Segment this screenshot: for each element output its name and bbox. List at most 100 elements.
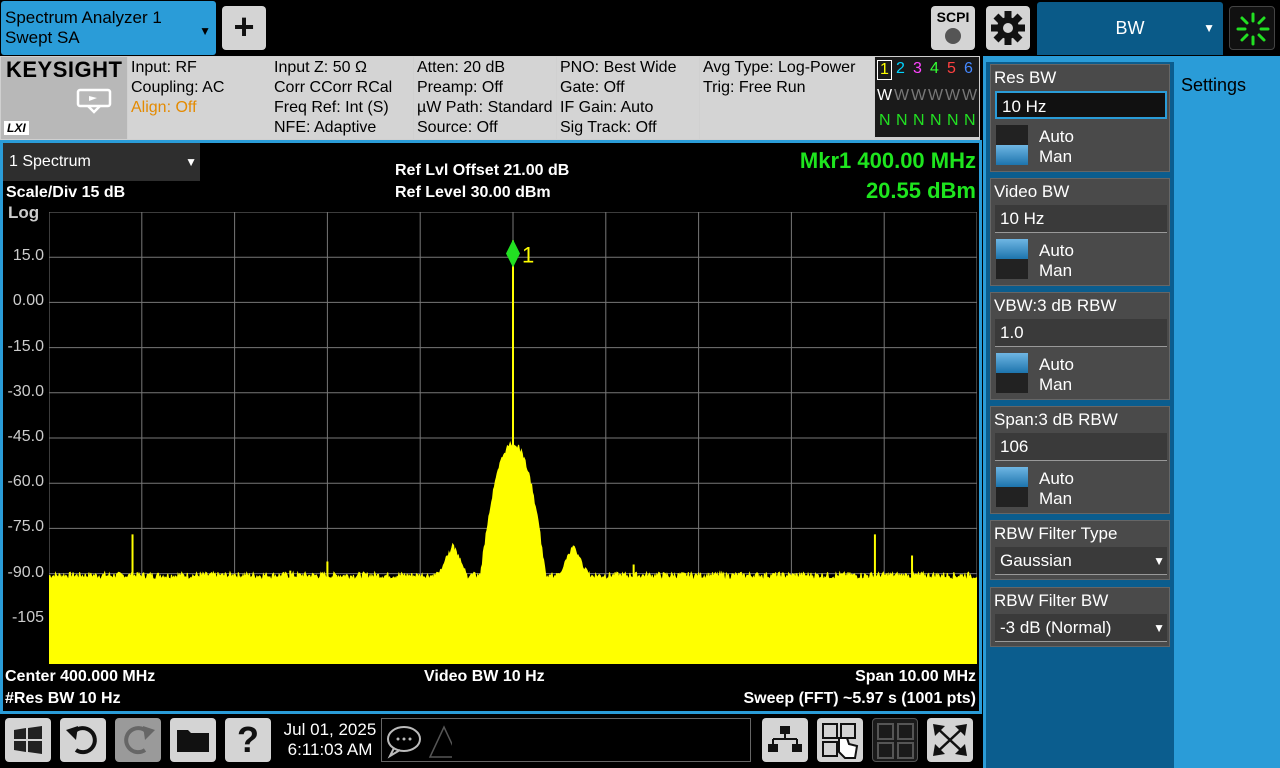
info-gate: Gate: Off (560, 79, 625, 96)
trace-number-3: 3 (913, 60, 922, 77)
menu-tab-bw[interactable]: BW ▼ (1037, 2, 1223, 55)
multi-window-button[interactable] (872, 718, 918, 762)
trace-number-4: 4 (930, 60, 939, 77)
windows-icon (14, 726, 42, 754)
span-rbw-ratio-control[interactable]: Span:3 dB RBW 106 Auto Man (990, 406, 1170, 514)
scpi-label: SCPI (936, 9, 970, 25)
touch-button[interactable] (817, 718, 863, 762)
res-bw-auto-man-toggle[interactable] (996, 125, 1028, 165)
app-selector[interactable]: Spectrum Analyzer 1 Swept SA ▼ (1, 1, 216, 55)
undo-button[interactable] (60, 718, 106, 762)
info-pno: PNO: Best Wide (560, 59, 677, 76)
trace-detector-1: N (879, 112, 891, 129)
vbw-rbw-input[interactable]: 1.0 (995, 319, 1167, 347)
layout-button[interactable] (762, 718, 808, 762)
res-bw-title: Res BW (994, 68, 1057, 87)
vbw-rbw-man-label: Man (1039, 375, 1073, 394)
sweep-time: Sweep (FFT) ~5.97 s (1001 pts) (743, 690, 976, 707)
spinner-icon (1236, 12, 1270, 46)
res-bw-input[interactable]: 10 Hz (995, 91, 1167, 119)
trace-type-4: W (928, 87, 944, 104)
file-button[interactable] (170, 718, 216, 762)
scpi-button[interactable]: SCPI (931, 6, 975, 50)
info-trig: Trig: Free Run (703, 79, 806, 96)
keysight-logo: KEYSIGHT (6, 57, 123, 82)
redo-button[interactable] (115, 718, 161, 762)
span: Span 10.00 MHz (855, 668, 976, 685)
rbw-filter-bw-control[interactable]: RBW Filter BW -3 dB (Normal) ▼ (990, 587, 1170, 647)
rbw-filter-bw-title: RBW Filter BW (994, 591, 1109, 610)
y-tick-label: -15.0 (7, 337, 44, 355)
res-bw-auto-label: Auto (1039, 127, 1074, 146)
settings-button[interactable] (986, 6, 1030, 50)
caret-down-icon: ▼ (185, 155, 197, 169)
y-tick-label: -90.0 (7, 563, 44, 581)
trace-detector-6: N (964, 112, 976, 129)
rbw-filter-type-dropdown[interactable]: Gaussian (995, 547, 1167, 575)
rbw-filter-type-control[interactable]: RBW Filter Type Gaussian ▼ (990, 520, 1170, 580)
y-tick-label: -30.0 (7, 382, 44, 400)
trace-type-2: W (894, 87, 910, 104)
video-bw-input[interactable]: 10 Hz (995, 205, 1167, 233)
y-tick-label: 15.0 (12, 247, 44, 265)
info-atten-group[interactable]: Atten: 20 dB Preamp: Off µW Path: Standa… (414, 57, 556, 139)
vbw-rbw-title: VBW:3 dB RBW (994, 296, 1117, 315)
trace-number-1: 1 (877, 60, 892, 80)
windows-start-button[interactable] (5, 718, 51, 762)
video-bw-control[interactable]: Video BW 10 Hz Auto Man (990, 178, 1170, 286)
info-avg-group[interactable]: Avg Type: Log-Power Trig: Free Run (700, 57, 874, 139)
info-impedance-group[interactable]: Input Z: 50 Ω Corr CCorr RCal Freq Ref: … (271, 57, 413, 139)
y-tick-label: -105 (11, 608, 44, 626)
vbw-rbw-auto-man-toggle[interactable] (996, 353, 1028, 393)
center-frequency: Center 400.000 MHz (5, 668, 156, 685)
vbw-rbw-ratio-control[interactable]: VBW:3 dB RBW 1.0 Auto Man (990, 292, 1170, 400)
info-preamp: Preamp: Off (417, 79, 503, 96)
info-input-z: Input Z: 50 Ω (274, 59, 367, 76)
redo-icon (124, 726, 155, 755)
info-freq-ref: Freq Ref: Int (S) (274, 99, 389, 116)
question-icon: ? (237, 719, 259, 760)
res-bw-control[interactable]: Res BW 10 Hz Auto Man (990, 64, 1170, 172)
ref-level: Ref Level 30.00 dBm (395, 184, 551, 201)
trace-detector-2: N (896, 112, 908, 129)
marker-1-label: 1 (522, 242, 534, 267)
info-input: Input: RF (131, 59, 197, 76)
video-bw-auto-man-toggle[interactable] (996, 239, 1028, 279)
gear-icon (991, 11, 1025, 45)
y-tick-label: -75.0 (7, 518, 44, 536)
rbw-filter-bw-dropdown[interactable]: -3 dB (Normal) (995, 614, 1167, 642)
busy-status-button[interactable] (1229, 6, 1275, 50)
trace-indicator[interactable]: 1WN2WN3WN4WN5WN6WN (875, 57, 979, 137)
vbw-rbw-auto-label: Auto (1039, 355, 1074, 374)
video-bw-man-label: Man (1039, 261, 1073, 280)
maximize-button[interactable] (927, 718, 973, 762)
info-nfe: NFE: Adaptive (274, 119, 377, 136)
trace-type-1: W (877, 87, 893, 104)
trace-type-6: W (962, 87, 978, 104)
y-tick-label: 0.00 (12, 292, 44, 310)
rbw-filter-type-title: RBW Filter Type (994, 524, 1118, 543)
span-rbw-input[interactable]: 106 (995, 433, 1167, 461)
info-input-group[interactable]: Input: RF Coupling: AC Align: Off (128, 57, 271, 139)
info-pno-group[interactable]: PNO: Best Wide Gate: Off IF Gain: Auto S… (557, 57, 699, 139)
window-select-dropdown[interactable]: 1 Spectrum ▼ (3, 143, 200, 181)
caret-down-icon: ▼ (1153, 554, 1165, 568)
span-rbw-title: Span:3 dB RBW (994, 410, 1118, 429)
expand-arrows-icon (933, 724, 967, 756)
span-rbw-auto-man-toggle[interactable] (996, 467, 1028, 507)
span-rbw-man-label: Man (1039, 489, 1073, 508)
info-corr: Corr CCorr RCal (274, 79, 393, 96)
layout-tree-icon (768, 726, 802, 752)
help-button[interactable]: ? (225, 718, 271, 762)
ref-level-offset: Ref Lvl Offset 21.00 dB (395, 162, 570, 179)
spectrum-plot[interactable]: 1 (49, 212, 977, 664)
tab-settings[interactable]: Settings (1174, 62, 1276, 108)
info-align: Align: Off (131, 99, 197, 116)
res-bw-man-label: Man (1039, 147, 1073, 166)
add-screen-button[interactable]: + (222, 6, 266, 50)
lxi-logo: LXI (4, 121, 29, 135)
marker-1-diamond[interactable] (506, 239, 520, 268)
message-icon (387, 725, 460, 759)
message-area[interactable] (381, 718, 751, 762)
marker-amplitude: 20.55 dBm (865, 178, 976, 203)
